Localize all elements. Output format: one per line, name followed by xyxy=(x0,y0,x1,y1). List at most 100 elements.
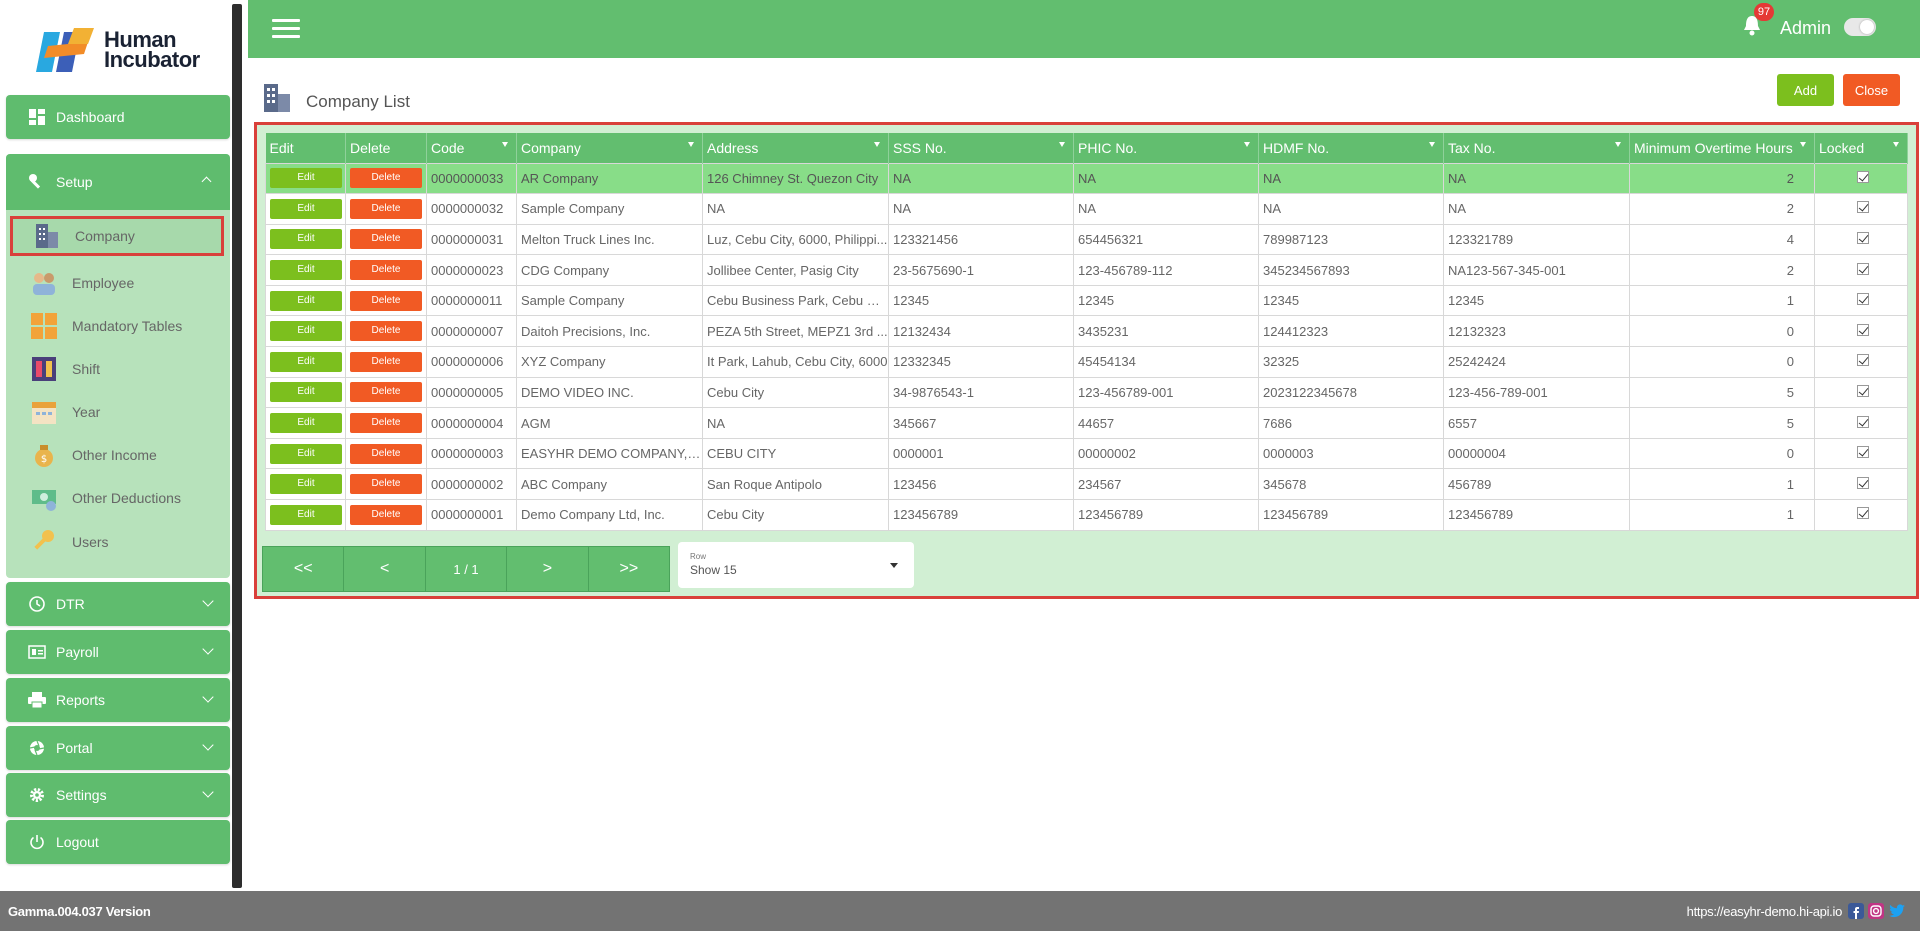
nav-setup[interactable]: Setup xyxy=(6,154,230,210)
column-header[interactable]: Code xyxy=(426,133,517,163)
delete-button[interactable]: Delete xyxy=(350,504,422,525)
delete-button[interactable]: Delete xyxy=(350,351,422,372)
facebook-icon[interactable] xyxy=(1848,903,1864,919)
sidebar-scrollbar[interactable] xyxy=(232,4,242,888)
user-name[interactable]: Admin xyxy=(1780,18,1831,39)
table-row[interactable]: Edit Delete 0000000004 AGM NA 345667 44657 7686… xyxy=(265,407,1908,439)
column-header[interactable]: Minimum Overtime Hours xyxy=(1629,133,1815,163)
locked-checkbox[interactable] xyxy=(1857,262,1869,275)
column-header[interactable]: Company xyxy=(516,133,703,163)
locked-checkbox[interactable] xyxy=(1857,231,1869,244)
footer-url[interactable]: https://easyhr-demo.hi-api.io xyxy=(1687,904,1843,919)
table-row[interactable]: Edit Delete 0000000011 Sample Company Cebu B… xyxy=(265,284,1908,317)
filter-icon[interactable] xyxy=(502,142,508,147)
edit-button[interactable]: Edit xyxy=(270,382,342,403)
filter-icon[interactable] xyxy=(1059,142,1065,147)
edit-button[interactable]: Edit xyxy=(270,474,342,495)
menu-icon[interactable] xyxy=(272,19,300,39)
locked-checkbox[interactable] xyxy=(1857,507,1869,520)
nav-payroll[interactable]: Payroll xyxy=(6,630,230,674)
table-row[interactable]: Edit Delete 0000000032 Sample Company NA NA NA… xyxy=(265,193,1908,225)
locked-checkbox[interactable] xyxy=(1857,446,1869,459)
table-row[interactable]: Edit Delete 0000000005 DEMO VIDEO INC. Cebu … xyxy=(265,376,1908,409)
locked-checkbox[interactable] xyxy=(1857,201,1869,214)
delete-button[interactable]: Delete xyxy=(350,290,422,311)
next-page-button[interactable]: > xyxy=(507,547,589,591)
nav-reports[interactable]: Reports xyxy=(6,678,230,722)
table-row[interactable]: Edit Delete 0000000002 ABC Company San Roque… xyxy=(265,468,1908,501)
table-row[interactable]: Edit Delete 0000000033 AR Company 126 Chimne… xyxy=(265,162,1908,195)
filter-icon[interactable] xyxy=(1800,142,1806,147)
edit-button[interactable]: Edit xyxy=(270,504,342,525)
locked-checkbox[interactable] xyxy=(1857,384,1869,397)
edit-button[interactable]: Edit xyxy=(270,198,342,219)
edit-button[interactable]: Edit xyxy=(270,168,342,189)
table-row[interactable]: Edit Delete 0000000001 Demo Company Ltd, In… xyxy=(265,499,1908,531)
filter-icon[interactable] xyxy=(1615,142,1621,147)
filter-icon[interactable] xyxy=(1429,142,1435,147)
sidebar-item-employee[interactable]: Employee xyxy=(10,263,224,303)
filter-icon[interactable] xyxy=(874,142,880,147)
sss-cell: 34-9876543-1 xyxy=(888,376,1074,409)
nav-portal[interactable]: Portal xyxy=(6,726,230,770)
nav-dashboard[interactable]: Dashboard xyxy=(6,95,230,139)
column-header[interactable]: PHIC No. xyxy=(1073,133,1259,163)
table-row[interactable]: Edit Delete 0000000006 XYZ Company It Park, … xyxy=(265,346,1908,378)
table-row[interactable]: Edit Delete 0000000003 EASYHR DEMO COMPANY,… xyxy=(265,437,1908,470)
table-row[interactable]: Edit Delete 0000000023 CDG Company Jollibee … xyxy=(265,254,1908,286)
sidebar-item-company[interactable]: Company xyxy=(10,216,224,256)
delete-button[interactable]: Delete xyxy=(350,229,422,250)
filter-icon[interactable] xyxy=(1244,142,1250,147)
prev-page-button[interactable]: < xyxy=(344,547,426,591)
locked-checkbox[interactable] xyxy=(1857,293,1869,306)
locked-checkbox[interactable] xyxy=(1857,415,1869,428)
first-page-button[interactable]: << xyxy=(263,547,345,591)
edit-button[interactable]: Edit xyxy=(270,351,342,372)
delete-button[interactable]: Delete xyxy=(350,382,422,403)
filter-icon[interactable] xyxy=(1893,142,1899,147)
delete-button[interactable]: Delete xyxy=(350,260,422,281)
edit-button[interactable]: Edit xyxy=(270,443,342,464)
nav-dtr[interactable]: DTR xyxy=(6,582,230,626)
add-button[interactable]: Add xyxy=(1777,74,1834,106)
instagram-icon[interactable] xyxy=(1868,903,1884,919)
column-header[interactable]: HDMF No. xyxy=(1258,133,1444,163)
column-header[interactable]: Delete xyxy=(345,133,427,163)
edit-button[interactable]: Edit xyxy=(270,321,342,342)
close-button[interactable]: Close xyxy=(1843,74,1900,106)
delete-button[interactable]: Delete xyxy=(350,321,422,342)
sidebar-item-users[interactable]: Users xyxy=(10,522,224,562)
edit-button[interactable]: Edit xyxy=(270,413,342,434)
column-header[interactable]: Address xyxy=(702,133,889,163)
column-header[interactable]: SSS No. xyxy=(888,133,1074,163)
last-page-button[interactable]: >> xyxy=(589,547,669,591)
filter-icon[interactable] xyxy=(688,142,694,147)
edit-button[interactable]: Edit xyxy=(270,229,342,250)
locked-checkbox[interactable] xyxy=(1857,476,1869,489)
column-header[interactable]: Locked xyxy=(1814,133,1908,163)
delete-button[interactable]: Delete xyxy=(350,443,422,464)
twitter-icon[interactable] xyxy=(1888,903,1905,919)
column-header[interactable]: Tax No. xyxy=(1443,133,1630,163)
sidebar-item-shift[interactable]: Shift xyxy=(10,349,224,389)
delete-button[interactable]: Delete xyxy=(350,198,422,219)
sidebar-item-mandatory-tables[interactable]: Mandatory Tables xyxy=(10,306,224,346)
edit-button[interactable]: Edit xyxy=(270,290,342,311)
delete-button[interactable]: Delete xyxy=(350,413,422,434)
sidebar-item-other-deductions[interactable]: Other Deductions xyxy=(10,478,224,518)
locked-checkbox[interactable] xyxy=(1857,170,1869,183)
nav-logout[interactable]: Logout xyxy=(6,820,230,864)
table-row[interactable]: Edit Delete 0000000007 Daitoh Precisions, I… xyxy=(265,315,1908,348)
locked-checkbox[interactable] xyxy=(1857,354,1869,367)
nav-settings[interactable]: Settings xyxy=(6,773,230,817)
theme-toggle[interactable] xyxy=(1844,18,1876,36)
column-header[interactable]: Edit xyxy=(265,133,346,163)
sidebar-item-other-income[interactable]: $ Other Income xyxy=(10,435,224,475)
sidebar-item-year[interactable]: Year xyxy=(10,392,224,432)
delete-button[interactable]: Delete xyxy=(350,474,422,495)
table-row[interactable]: Edit Delete 0000000031 Melton Truck Lines I… xyxy=(265,223,1908,256)
edit-button[interactable]: Edit xyxy=(270,260,342,281)
locked-checkbox[interactable] xyxy=(1857,323,1869,336)
delete-button[interactable]: Delete xyxy=(350,168,422,189)
rows-per-page-select[interactable]: Row Show 15 xyxy=(678,542,914,588)
